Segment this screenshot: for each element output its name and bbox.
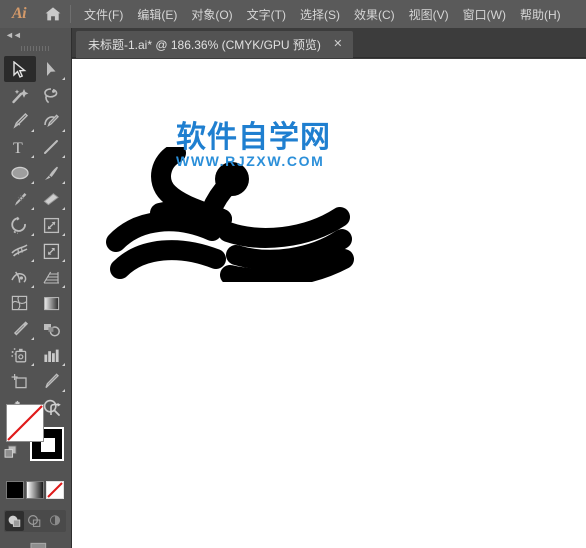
fill-swatch[interactable] — [6, 404, 44, 442]
tool-gradient[interactable] — [36, 290, 68, 316]
menu-item-view[interactable]: 视图(V) — [402, 2, 456, 27]
tool-corner-indicator — [30, 233, 34, 236]
tool-corner-indicator — [62, 129, 65, 132]
menu-item-effect[interactable]: 效果(C) — [347, 2, 402, 27]
tool-corner-indicator — [30, 363, 34, 366]
draw-behind-mode-button[interactable] — [25, 511, 44, 531]
draw-inside-mode-button[interactable] — [46, 511, 65, 531]
menu-item-file[interactable]: 文件(F) — [77, 2, 130, 27]
menu-item-window[interactable]: 窗口(W) — [456, 2, 513, 27]
fill-stroke-swatches — [0, 400, 72, 476]
tool-slice[interactable] — [36, 368, 68, 394]
color-mode-buttons — [6, 481, 64, 503]
tool-magic-wand[interactable] — [4, 82, 36, 108]
screen-mode-button[interactable] — [0, 538, 72, 548]
tool-corner-indicator — [62, 389, 65, 392]
default-fill-stroke-icon[interactable] — [4, 445, 18, 459]
tool-lasso[interactable] — [36, 82, 68, 108]
tool-corner-indicator — [30, 155, 34, 158]
document-tab-label: 未标题-1.ai* @ 186.36% (CMYK/GPU 预览) — [88, 38, 321, 52]
menu-item-help[interactable]: 帮助(H) — [513, 2, 568, 27]
tool-shaper[interactable] — [4, 186, 36, 212]
tool-corner-indicator — [62, 155, 65, 158]
tool-pen[interactable] — [4, 108, 36, 134]
tool-shape-builder[interactable] — [4, 264, 36, 290]
document-tab[interactable]: 未标题-1.ai* @ 186.36% (CMYK/GPU 预览) ✕ — [76, 31, 353, 58]
tool-paintbrush[interactable] — [36, 160, 68, 186]
tool-corner-indicator — [62, 207, 65, 210]
tool-ellipse[interactable] — [4, 160, 36, 186]
tool-eyedropper[interactable] — [4, 316, 36, 342]
menu-divider — [70, 5, 71, 23]
document-canvas[interactable]: 软件自学网 WWW.RJZXW.COM — [72, 59, 586, 548]
tool-type[interactable]: T — [4, 134, 36, 160]
tool-free-transform[interactable] — [36, 238, 68, 264]
tool-corner-indicator — [62, 233, 65, 236]
tool-rotate[interactable] — [4, 212, 36, 238]
tool-blend[interactable] — [36, 316, 68, 342]
tool-corner-indicator — [30, 285, 34, 288]
tool-line-segment[interactable] — [36, 134, 68, 160]
tool-artboard[interactable] — [4, 368, 36, 394]
close-icon[interactable]: ✕ — [331, 38, 345, 52]
menu-item-list: 文件(F) 编辑(E) 对象(O) 文字(T) 选择(S) 效果(C) 视图(V… — [77, 2, 568, 27]
swap-fill-stroke-icon[interactable] — [48, 403, 62, 417]
tool-scale[interactable] — [36, 212, 68, 238]
illustrator-window: Ai 文件(F) 编辑(E) 对象(O) 文字(T) 选择(S) 效果(C) 视… — [0, 0, 586, 548]
document-tab-bar: 未标题-1.ai* @ 186.36% (CMYK/GPU 预览) ✕ — [72, 28, 586, 58]
tool-symbol-sprayer[interactable] — [4, 342, 36, 368]
color-mode-gradient-button[interactable] — [26, 481, 44, 499]
tool-curvature[interactable] — [36, 108, 68, 134]
tool-corner-indicator — [30, 181, 34, 184]
artboard[interactable]: 软件自学网 WWW.RJZXW.COM — [72, 59, 586, 548]
home-icon[interactable] — [38, 0, 68, 28]
tool-corner-indicator — [62, 77, 65, 80]
tool-corner-indicator — [30, 259, 34, 262]
menu-bar: Ai 文件(F) 编辑(E) 对象(O) 文字(T) 选择(S) 效果(C) 视… — [0, 0, 586, 28]
menu-item-object[interactable]: 对象(O) — [184, 2, 239, 27]
menu-item-select[interactable]: 选择(S) — [293, 2, 347, 27]
swimmer-pictogram-artwork[interactable] — [98, 143, 368, 289]
collapse-panel-icon[interactable]: ◄◄ — [0, 28, 71, 42]
tool-width[interactable] — [4, 238, 36, 264]
tool-direct-selection[interactable] — [36, 56, 68, 82]
tool-corner-indicator — [62, 285, 65, 288]
tool-mesh[interactable] — [4, 290, 36, 316]
panel-grip[interactable] — [0, 42, 71, 54]
tool-corner-indicator — [30, 337, 34, 340]
tool-corner-indicator — [30, 207, 34, 210]
svg-text:T: T — [13, 140, 23, 156]
tool-corner-indicator — [30, 129, 34, 132]
app-logo-icon: Ai — [11, 5, 27, 22]
tool-column-graph[interactable] — [36, 342, 68, 368]
draw-mode-buttons — [4, 510, 66, 532]
color-mode-none-button[interactable] — [46, 481, 64, 499]
tool-eraser[interactable] — [36, 186, 68, 212]
tool-perspective-grid[interactable] — [36, 264, 68, 290]
color-mode-color-button[interactable] — [6, 481, 24, 499]
menu-item-type[interactable]: 文字(T) — [240, 2, 293, 27]
tool-corner-indicator — [62, 363, 65, 366]
tools-panel: ◄◄ T — [0, 28, 72, 548]
tool-grid: T — [0, 54, 71, 420]
tool-corner-indicator — [62, 181, 65, 184]
tool-corner-indicator — [62, 259, 65, 262]
menu-item-edit[interactable]: 编辑(E) — [130, 2, 184, 27]
draw-normal-mode-button[interactable] — [5, 511, 25, 531]
tool-selection[interactable] — [4, 56, 36, 82]
